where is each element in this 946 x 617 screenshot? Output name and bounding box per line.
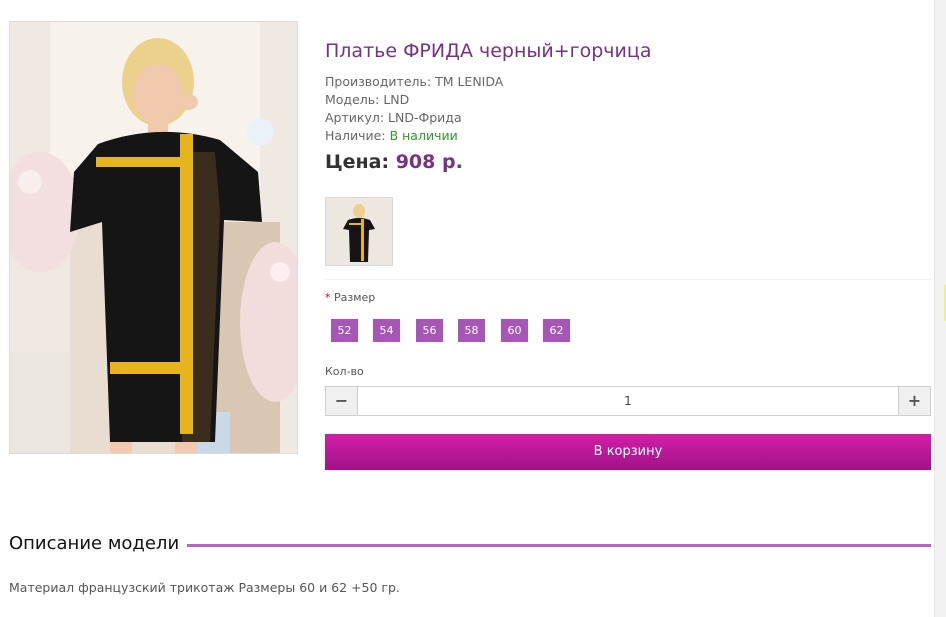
size-label-text: Размер — [334, 291, 376, 304]
price-value: 908 р. — [395, 151, 463, 173]
model-row: Модель: LND — [325, 92, 409, 107]
quantity-input[interactable]: 1 — [358, 387, 898, 415]
sku-label: Артикул: — [325, 110, 385, 125]
model-value: LND — [383, 92, 410, 107]
size-option-58[interactable]: 58 — [458, 319, 485, 342]
size-option-60[interactable]: 60 — [501, 319, 528, 342]
section-divider-line — [175, 544, 931, 547]
add-to-cart-button[interactable]: В корзину — [325, 434, 931, 470]
product-title: Платье ФРИДА черный+горчица — [325, 40, 652, 62]
price-label: Цена: — [325, 151, 390, 173]
size-option-52[interactable]: 52 — [331, 319, 358, 342]
size-option-label: * Размер — [325, 291, 375, 304]
quantity-label: Кол-во — [325, 365, 364, 378]
description-text: Материал французский трикотаж Размеры 60… — [9, 580, 400, 595]
model-label: Модель: — [325, 92, 380, 107]
manufacturer-row: Производитель: ТМ LENIDA — [325, 74, 503, 89]
quantity-decrease-button[interactable]: − — [326, 387, 358, 415]
dress-photo-illustration — [10, 22, 297, 453]
availability-label: Наличие: — [325, 128, 386, 143]
manufacturer-link[interactable]: ТМ LENIDA — [435, 74, 503, 89]
sku-row: Артикул: LND-Фрида — [325, 110, 462, 125]
size-option-62[interactable]: 62 — [543, 319, 570, 342]
size-option-54[interactable]: 54 — [373, 319, 400, 342]
product-thumbnail[interactable] — [325, 197, 393, 266]
description-title: Описание модели — [9, 533, 188, 554]
sku-value: LND-Фрида — [388, 110, 462, 125]
thumbnail-illustration — [326, 198, 392, 265]
availability-row: Наличие: В наличии — [325, 128, 458, 143]
manufacturer-label: Производитель: — [325, 74, 432, 89]
quantity-stepper: − 1 + — [325, 386, 931, 416]
required-mark: * — [325, 291, 331, 304]
quantity-increase-button[interactable]: + — [898, 387, 930, 415]
size-option-56[interactable]: 56 — [416, 319, 443, 342]
price-row: Цена: 908 р. — [325, 151, 463, 173]
divider — [325, 279, 931, 280]
product-main-image[interactable] — [9, 21, 298, 454]
scrollbar[interactable] — [934, 0, 946, 617]
availability-status: В наличии — [389, 128, 458, 143]
